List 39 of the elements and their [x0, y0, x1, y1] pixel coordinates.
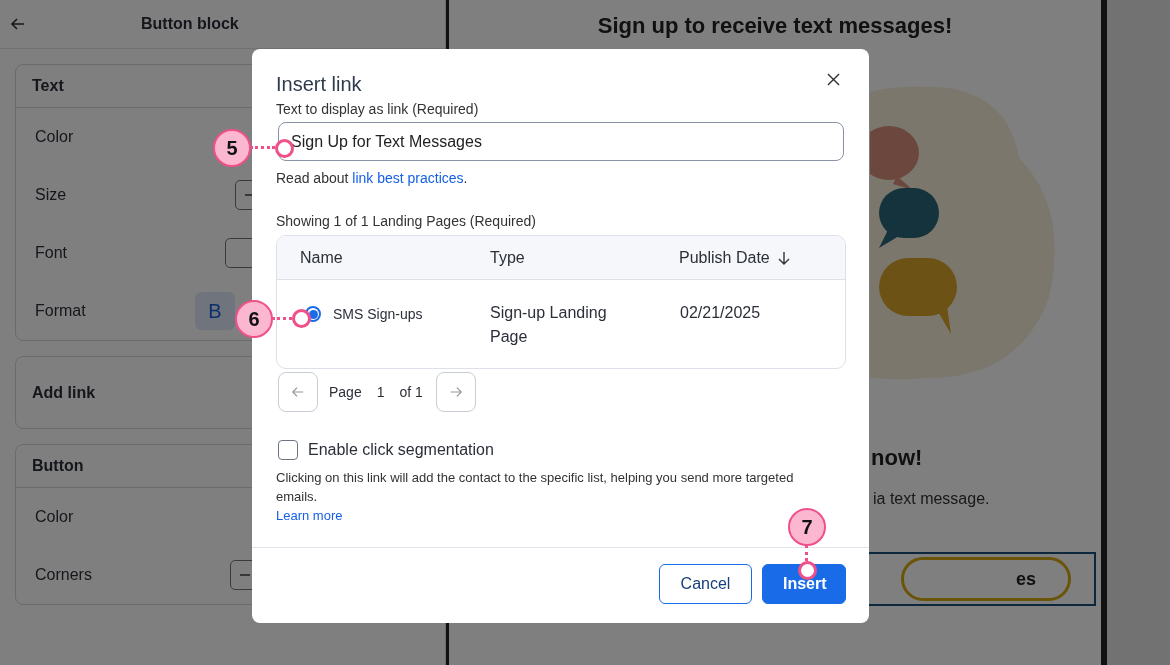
page-number: 1	[376, 384, 385, 400]
panel-title: Button block	[141, 15, 239, 33]
segmentation-description: Clicking on this link will add the contact to the specific list, helping you send more targeted emails.	[276, 469, 795, 506]
preview-heading: Sign up to receive text messages!	[596, 13, 954, 39]
left-arrow-icon[interactable]	[291, 385, 305, 399]
setting-label: Color	[35, 508, 75, 526]
right-arrow-icon[interactable]	[448, 385, 463, 399]
column-header[interactable]: Publish Date	[656, 248, 790, 267]
setting-label: Format	[35, 302, 87, 320]
cancel-button[interactable]: Cancel	[659, 564, 752, 604]
column-header[interactable]: Type	[467, 248, 656, 267]
table-cell-text: Sign-up Landing Page	[489, 303, 608, 347]
close-icon[interactable]	[827, 72, 840, 86]
table-caption: Showing 1 of 1 Landing Pages (Required)	[276, 213, 537, 229]
setting-label: Size	[35, 186, 68, 204]
setting-label: Corners	[35, 566, 93, 584]
checkbox[interactable]	[278, 440, 298, 460]
preview-subheading: now!	[871, 445, 923, 471]
page-label: Page	[329, 384, 362, 400]
best-practices-link[interactable]: link best practices	[352, 170, 464, 186]
learn-more-link[interactable]: Learn more	[276, 508, 343, 523]
setting-label: Font	[35, 244, 68, 262]
sort-down-icon[interactable]	[777, 250, 790, 265]
help-text: Read about link best practices.	[276, 170, 469, 186]
section-title[interactable]: Add link	[32, 383, 96, 402]
section-title: Text	[32, 77, 64, 95]
column-header[interactable]: Name	[277, 248, 467, 267]
preview-text: ia text message.	[873, 490, 990, 508]
checkbox-label: Enable click segmentation	[308, 441, 494, 459]
field-label: Text to display as link (Required)	[276, 101, 480, 117]
section-title: Button	[32, 457, 84, 475]
setting-label: Color	[35, 128, 75, 146]
page-count: of 1	[399, 384, 423, 400]
back-arrow-icon[interactable]	[10, 16, 26, 32]
dialog-title: Insert link	[276, 72, 362, 96]
insert-button[interactable]: Insert	[762, 564, 846, 604]
link-text-field[interactable]: Sign Up for Text Messages	[278, 122, 844, 161]
table-cell-text: 02/21/2025	[679, 303, 761, 323]
table-cell-text: SMS Sign-ups	[333, 305, 423, 324]
